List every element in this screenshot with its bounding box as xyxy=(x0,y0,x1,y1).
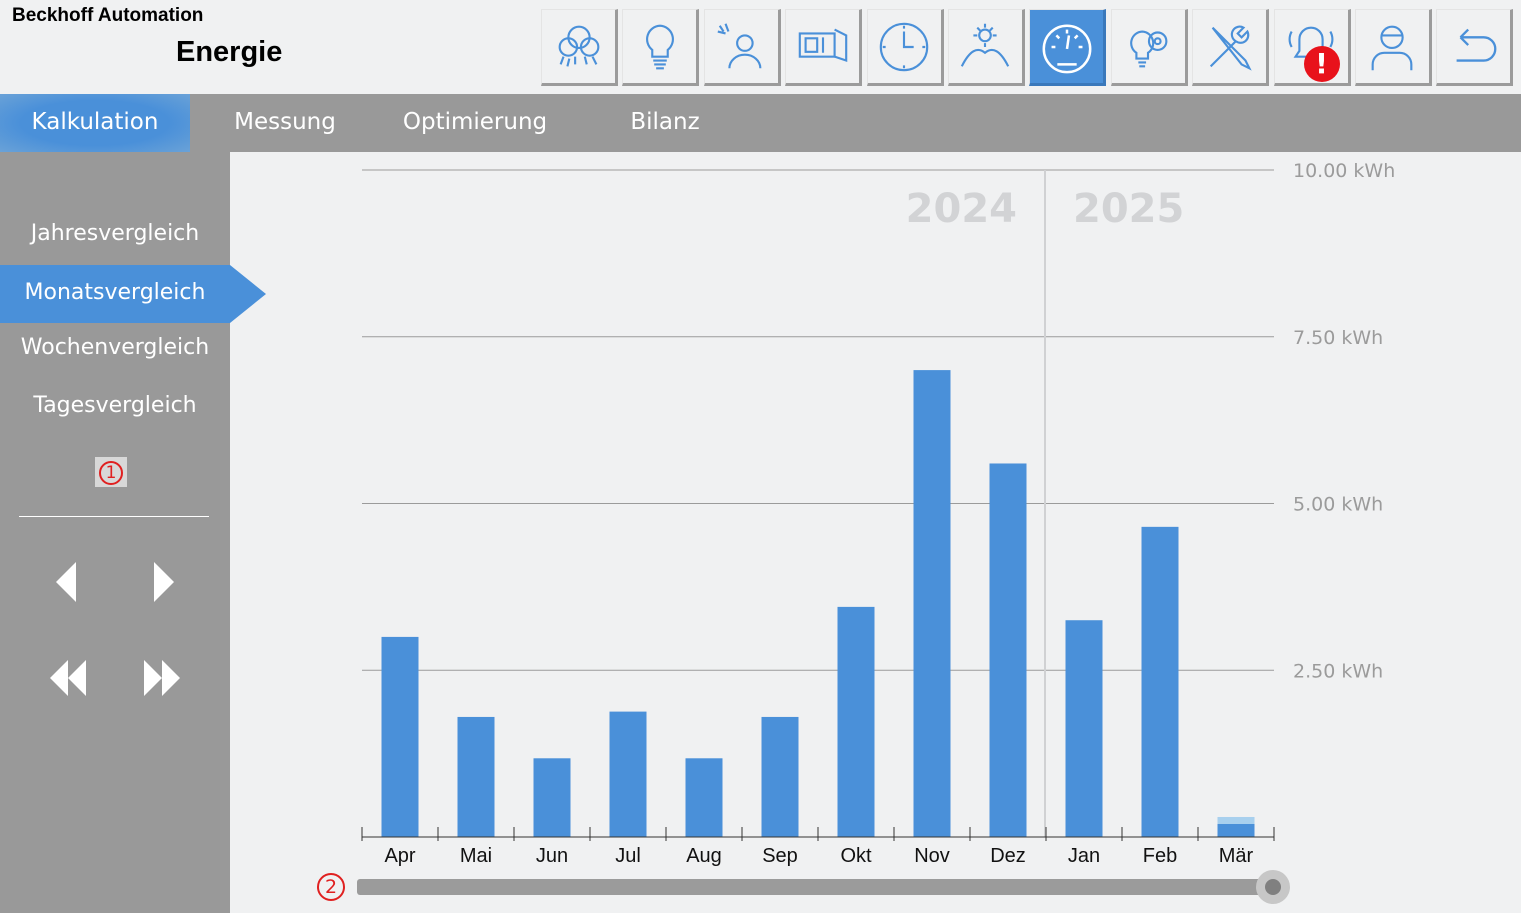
chevron-left-icon xyxy=(56,562,76,602)
bar xyxy=(533,758,571,837)
lightbulb-icon xyxy=(645,24,674,69)
nav-button-light[interactable] xyxy=(622,9,700,86)
chart-area: 10.00 kWh 7.50 kWh 5.00 kWh 2.50 kWh 2024 202… xyxy=(230,152,1521,913)
bar xyxy=(913,370,951,837)
sidebar-item-tagesvergleich[interactable]: Tagesvergleich xyxy=(0,378,230,436)
x-tick-label: Jul xyxy=(615,845,641,867)
bar xyxy=(609,711,647,837)
x-tick-label: Mai xyxy=(460,845,492,867)
bar xyxy=(685,758,723,837)
time-range-slider[interactable] xyxy=(357,879,1273,895)
double-chevron-right-icon xyxy=(144,660,180,696)
y-tick-label: 10.00 kWh xyxy=(1293,160,1395,182)
x-tick-label: Nov xyxy=(914,845,950,867)
x-tick-label: Dez xyxy=(990,845,1026,867)
sidebar-item-jahresvergleich[interactable]: Jahresvergleich xyxy=(0,206,230,264)
bar-current-fill xyxy=(1217,823,1255,837)
last-button[interactable] xyxy=(142,656,182,700)
idea-settings-icon xyxy=(1130,29,1168,67)
bar xyxy=(457,716,495,837)
sidebar-divider xyxy=(19,516,209,517)
marker-1-label: 1 xyxy=(99,461,123,485)
tab-optimierung[interactable]: Optimierung xyxy=(380,94,570,152)
nav-button-settings[interactable] xyxy=(1110,9,1188,86)
energy-meter-icon xyxy=(1042,23,1092,73)
y-tick-label: 7.50 kWh xyxy=(1293,327,1383,349)
annotation-marker-1: 1 xyxy=(95,457,127,487)
nav-button-weather[interactable] xyxy=(947,9,1025,86)
bar xyxy=(837,606,875,837)
tools-icon xyxy=(1209,25,1252,71)
nav-toolbar: ! xyxy=(541,9,1518,87)
bar xyxy=(381,636,419,837)
x-tick-label: Mär xyxy=(1219,845,1254,867)
lights-group-icon xyxy=(558,25,599,67)
x-tick-label: Feb xyxy=(1143,845,1177,867)
nav-button-blinds[interactable] xyxy=(785,9,863,86)
page-title: Energie xyxy=(176,36,283,68)
nav-button-time[interactable] xyxy=(866,9,944,86)
alarm-badge: ! xyxy=(1303,46,1340,82)
sidebar-item-wochenvergleich[interactable]: Wochenvergleich xyxy=(0,320,230,378)
nav-button-tools[interactable] xyxy=(1192,9,1270,86)
bar xyxy=(761,716,799,837)
annotation-marker-2: 2 xyxy=(317,873,345,901)
clock-icon xyxy=(879,22,929,71)
year-label-2024: 2024 xyxy=(906,186,1017,232)
y-tick-label: 2.50 kWh xyxy=(1293,660,1383,682)
presence-sensor-icon xyxy=(717,22,762,68)
tab-messung[interactable]: Messung xyxy=(190,94,380,152)
first-button[interactable] xyxy=(48,656,88,700)
nav-button-user[interactable] xyxy=(1354,9,1432,86)
x-tick-label: Jun xyxy=(536,845,568,867)
x-tick-label: Apr xyxy=(384,845,415,867)
nav-button-presence[interactable] xyxy=(703,9,781,86)
bar xyxy=(1065,620,1103,837)
nav-button-energy[interactable] xyxy=(1029,9,1107,86)
header: Beckhoff Automation Energie ! xyxy=(0,0,1521,94)
slider-thumb[interactable] xyxy=(1256,870,1290,904)
nav-button-back[interactable] xyxy=(1436,9,1514,86)
tab-bar: Kalkulation Messung Optimierung Bilanz xyxy=(0,94,1521,152)
monthly-energy-chart: 10.00 kWh 7.50 kWh 5.00 kWh 2.50 kWh 2024 202… xyxy=(361,160,1395,867)
next-button[interactable] xyxy=(150,560,176,604)
x-tick-label: Okt xyxy=(840,845,872,867)
window-blind-icon xyxy=(798,28,847,62)
previous-button[interactable] xyxy=(54,560,80,604)
user-icon xyxy=(1372,25,1413,70)
tab-kalkulation[interactable]: Kalkulation xyxy=(0,94,190,152)
tab-bilanz[interactable]: Bilanz xyxy=(570,94,760,152)
bar xyxy=(1141,526,1179,837)
nav-button-lights[interactable] xyxy=(541,9,618,86)
back-icon xyxy=(1456,28,1497,62)
bar xyxy=(989,463,1027,837)
year-label-2025: 2025 xyxy=(1073,186,1184,232)
nav-button-alarms[interactable]: ! xyxy=(1273,9,1351,86)
x-tick-label: Jan xyxy=(1068,845,1100,867)
y-tick-label: 5.00 kWh xyxy=(1293,494,1383,516)
x-tick-label: Sep xyxy=(762,845,798,867)
x-tick-label: Aug xyxy=(686,845,722,867)
sidebar-item-label: Monatsvergleich xyxy=(24,280,206,305)
sidebar-item-monatsvergleich[interactable]: Monatsvergleich xyxy=(0,265,266,323)
chevron-right-icon xyxy=(154,562,174,602)
double-chevron-left-icon xyxy=(50,660,86,696)
brand-label: Beckhoff Automation xyxy=(12,5,204,26)
sidebar: Jahresvergleich Monatsvergleich Wochenve… xyxy=(0,152,266,913)
weather-sun-icon xyxy=(961,23,1010,67)
